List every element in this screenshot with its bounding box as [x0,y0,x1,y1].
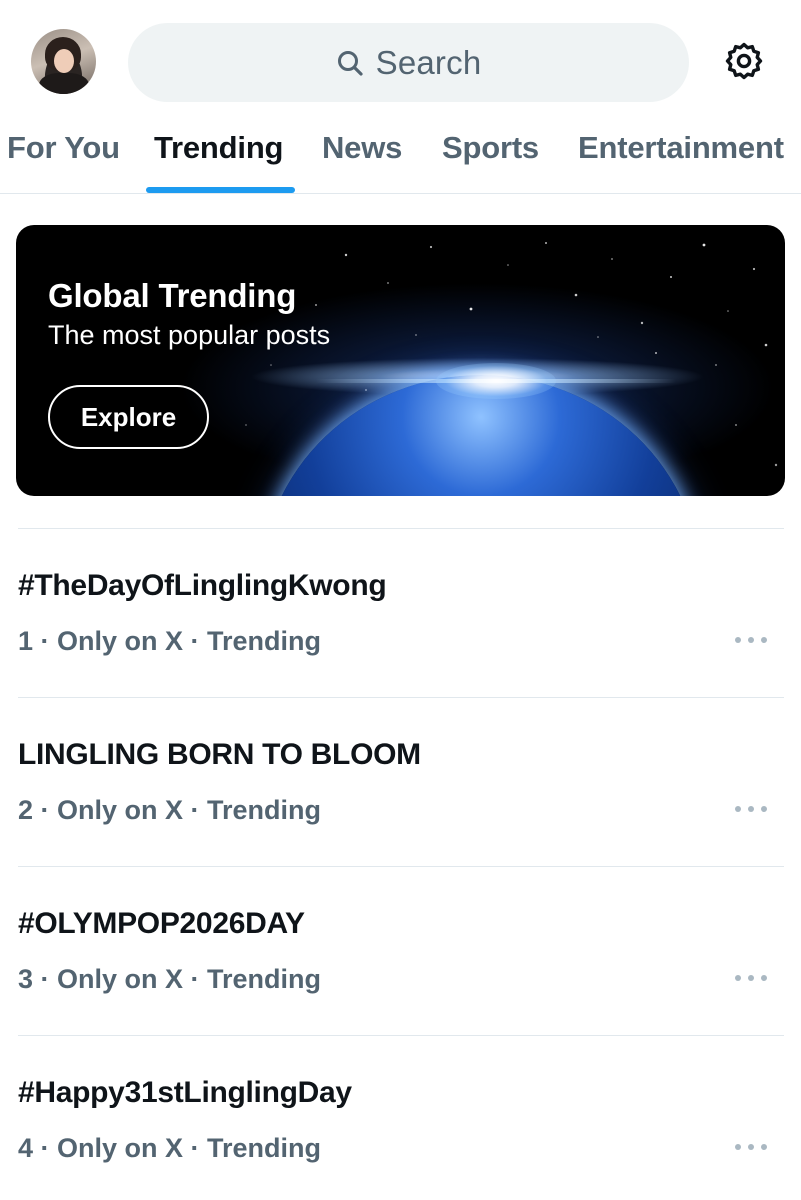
tab-news[interactable]: News [322,130,402,166]
avatar-face [54,49,74,73]
active-tab-indicator [146,187,295,193]
more-options-icon[interactable] [735,971,767,985]
trend-item[interactable]: #Happy31stLinglingDay 4 · Only on X · Tr… [0,1036,801,1200]
trend-title: #OLYMPOP2026DAY [18,907,305,940]
trend-item[interactable]: #TheDayOfLinglingKwong 1 · Only on X · T… [0,529,801,698]
more-options-icon[interactable] [735,802,767,816]
gear-icon[interactable] [722,40,766,84]
search-bar[interactable]: Search [128,23,689,102]
top-bar: Search [0,0,801,120]
trend-item[interactable]: #OLYMPOP2026DAY 3 · Only on X · Trending [0,867,801,1036]
trend-title: #Happy31stLinglingDay [18,1076,352,1109]
tab-trending[interactable]: Trending [154,130,283,166]
global-trending-banner[interactable]: Global Trending The most popular posts E… [16,225,785,496]
trend-meta: 1 · Only on X · Trending [18,626,322,656]
search-icon [337,50,363,76]
tab-for-you[interactable]: For You [7,130,120,166]
sun-flare [436,363,556,399]
explore-button[interactable]: Explore [48,385,209,449]
more-options-icon[interactable] [735,1140,767,1154]
avatar-body [39,73,89,94]
banner-title: Global Trending [48,277,297,314]
explore-screen: Search For You Trending News Sports Ente… [0,0,801,1200]
tab-sports[interactable]: Sports [442,130,539,166]
trend-meta: 3 · Only on X · Trending [18,964,322,994]
trend-meta: 4 · Only on X · Trending [18,1133,322,1163]
more-options-icon[interactable] [735,633,767,647]
avatar[interactable] [31,29,96,94]
trend-item[interactable]: LINGLING BORN TO BLOOM 2 · Only on X · T… [0,698,801,867]
trend-meta: 2 · Only on X · Trending [18,795,322,825]
search-placeholder: Search [375,43,482,81]
tab-bar: For You Trending News Sports Entertainme… [0,120,801,194]
banner-subtitle: The most popular posts [48,320,331,350]
trend-title: LINGLING BORN TO BLOOM [18,738,421,771]
tab-entertainment[interactable]: Entertainment [578,130,784,166]
trend-title: #TheDayOfLinglingKwong [18,569,387,602]
